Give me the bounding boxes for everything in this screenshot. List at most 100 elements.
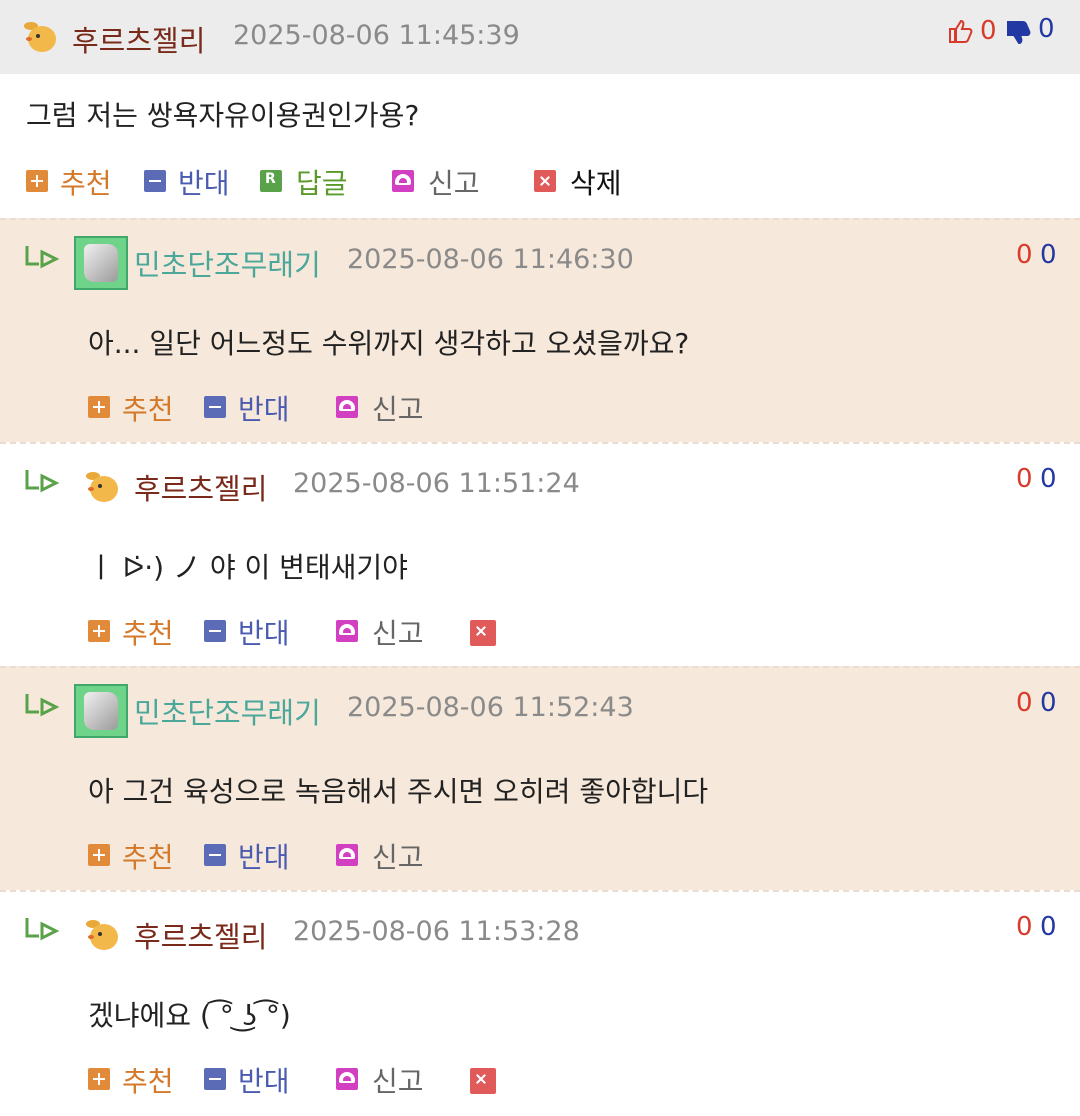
oppose-label: 반대 [238,617,290,650]
close-icon [470,1068,496,1094]
report-label: 신고 [372,393,424,426]
plus-icon [88,620,110,642]
oppose-button[interactable]: 반대 [144,162,244,202]
recommend-button[interactable]: 추천 [88,388,188,428]
up-count: 0 [1016,240,1033,270]
plus-icon [88,1068,110,1090]
thumbs-down-icon[interactable] [1006,20,1032,46]
reply-item: 후르츠젤리 2025-08-06 11:51:24 0 0 ㅣ ᐅ̇·) ノ 야… [0,442,1080,668]
down-count: 0 [1038,14,1055,44]
delete-button[interactable] [470,1068,496,1094]
reply-content: 아 그건 육성으로 녹음해서 주시면 오히려 좋아합니다 [88,775,709,808]
minus-icon [204,1068,226,1090]
comment-actions: 추천 반대 R 답글 신고 삭제 [26,162,646,202]
plus-icon [26,170,48,192]
reply-actions: 추천 반대 신고 [88,388,588,428]
reply-item: 민초단조무래기 2025-08-06 11:46:30 0 0 아... 일단 … [0,218,1080,444]
down-count: 0 [1040,240,1057,270]
oppose-button[interactable]: 반대 [204,612,304,652]
recommend-label: 추천 [122,841,174,874]
reply-button[interactable]: R 답글 [260,162,360,202]
minus-icon [204,396,226,418]
siren-icon [392,170,414,192]
report-button[interactable]: 신고 [336,836,436,876]
up-count: 0 [1016,912,1033,942]
reply-actions: 추천 반대 신고 [88,1060,588,1100]
oppose-label: 반대 [238,393,290,426]
down-count: 0 [1040,688,1057,718]
siren-icon [336,620,358,642]
report-label: 신고 [428,167,480,200]
oppose-label: 반대 [238,841,290,874]
reply-nickname[interactable]: 후르츠젤리 [134,914,267,956]
comment-header: 후르츠젤리 2025-08-06 11:45:39 0 0 [0,0,1080,74]
down-count: 0 [1040,912,1057,942]
report-button[interactable]: 신고 [336,1060,436,1100]
up-count: 0 [1016,464,1033,494]
recommend-label: 추천 [122,393,174,426]
rock-avatar-icon [74,684,128,738]
minus-icon [204,844,226,866]
comment-nickname[interactable]: 후르츠젤리 [72,18,205,60]
comment-content: 그럼 저는 쌍욕자유이용권인가용? [26,99,420,132]
reply-arrow-icon [25,470,60,493]
plus-icon [88,844,110,866]
thumbs-up-icon[interactable] [948,18,974,44]
recommend-label: 추천 [60,167,112,200]
down-count: 0 [1040,464,1057,494]
report-label: 신고 [372,1065,424,1098]
oppose-label: 반대 [238,1065,290,1098]
recommend-button[interactable]: 추천 [26,162,126,202]
siren-icon [336,844,358,866]
report-button[interactable]: 신고 [336,612,436,652]
reply-actions: 추천 반대 신고 [88,836,588,876]
reply-arrow-icon [25,694,60,717]
reply-arrow-icon [25,246,60,269]
reply-nickname[interactable]: 민초단조무래기 [134,690,321,732]
siren-icon [336,396,358,418]
reply-item: 민초단조무래기 2025-08-06 11:52:43 0 0 아 그건 육성으… [0,666,1080,892]
delete-label: 삭제 [570,167,622,200]
up-count: 0 [1016,688,1033,718]
report-label: 신고 [372,841,424,874]
close-icon [470,620,496,646]
report-label: 신고 [372,617,424,650]
oppose-button[interactable]: 반대 [204,1060,304,1100]
recommend-button[interactable]: 추천 [88,612,188,652]
reply-label: 답글 [296,167,348,200]
reply-item: 후르츠젤리 2025-08-06 11:53:28 0 0 겠냐에요 ( ͡° … [0,890,1080,1116]
siren-icon [336,1068,358,1090]
reply-timestamp: 2025-08-06 11:52:43 [347,692,634,723]
recommend-label: 추천 [122,1065,174,1098]
rock-avatar-icon [74,236,128,290]
delete-button[interactable]: 삭제 [534,162,644,202]
chick-avatar-icon [24,20,58,56]
reply-content: 아... 일단 어느정도 수위까지 생각하고 오셨을까요? [88,327,690,360]
close-icon [534,170,556,192]
reply-content: ㅣ ᐅ̇·) ノ 야 이 변태새기야 [88,551,408,584]
comment-body: 그럼 저는 쌍욕자유이용권인가용? 추천 반대 R 답글 신고 삭제 [0,74,1080,218]
reply-nickname[interactable]: 후르츠젤리 [134,466,267,508]
oppose-button[interactable]: 반대 [204,388,304,428]
reply-timestamp: 2025-08-06 11:53:28 [293,916,580,947]
report-button[interactable]: 신고 [392,162,492,202]
reply-nickname[interactable]: 민초단조무래기 [134,242,321,284]
reply-timestamp: 2025-08-06 11:51:24 [293,468,580,499]
minus-icon [204,620,226,642]
recommend-button[interactable]: 추천 [88,836,188,876]
reply-content: 겠냐에요 ( ͡° ͜ʖ ͡°) [88,999,291,1032]
reply-actions: 추천 반대 신고 [88,612,588,652]
plus-icon [88,396,110,418]
reply-timestamp: 2025-08-06 11:46:30 [347,244,634,275]
report-button[interactable]: 신고 [336,388,436,428]
oppose-button[interactable]: 반대 [204,836,304,876]
minus-icon [144,170,166,192]
recommend-label: 추천 [122,617,174,650]
chick-avatar-icon [86,470,120,506]
comment-timestamp: 2025-08-06 11:45:39 [233,20,520,51]
up-count: 0 [980,16,997,46]
chick-avatar-icon [86,918,120,954]
delete-button[interactable] [470,620,496,646]
reply-arrow-icon [25,918,60,941]
recommend-button[interactable]: 추천 [88,1060,188,1100]
